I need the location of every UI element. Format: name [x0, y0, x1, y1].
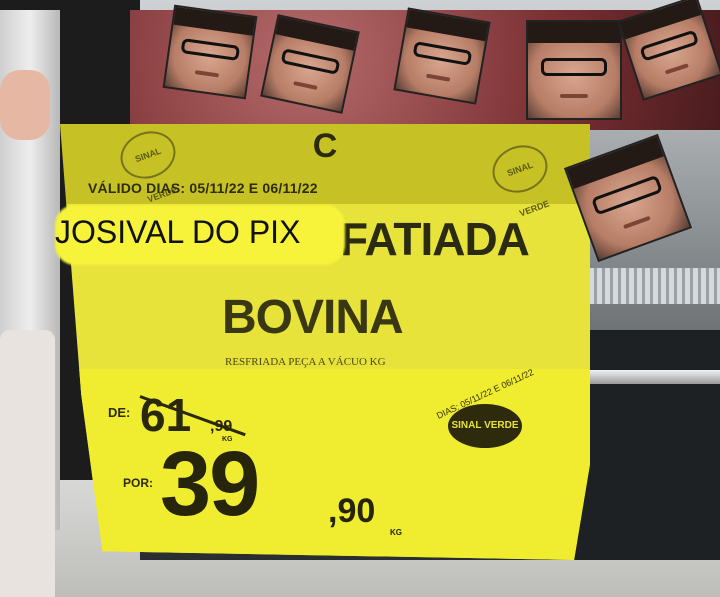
validity-dates: VÁLIDO DIAS: 05/11/22 E 06/11/22	[88, 180, 318, 196]
new-price-cents: ,90	[328, 492, 376, 530]
shopper-body	[0, 330, 55, 597]
face-mouth	[194, 70, 220, 78]
new-price-label: POR:	[123, 476, 153, 490]
shopper-hand	[0, 70, 50, 140]
new-price: 39	[160, 433, 260, 535]
face-mouth	[664, 63, 689, 75]
product-description: RESFRIADA PEÇA A VÁCUO KG	[225, 356, 386, 368]
sinal-verde-seal-icon: SINAL VERDE	[448, 404, 522, 448]
case-grille	[578, 268, 720, 304]
face-mouth	[293, 81, 318, 90]
face-sticker-icon	[526, 20, 622, 120]
carrefour-logo-icon: C	[312, 127, 338, 165]
glasses-icon	[280, 48, 341, 75]
face-hair	[528, 22, 620, 44]
new-price-unit: KG	[390, 528, 402, 537]
face-mouth	[426, 73, 451, 82]
glasses-icon	[540, 58, 608, 76]
caption-text: JOSIVAL DO PIX	[55, 214, 301, 250]
face-sticker-icon	[393, 7, 491, 105]
glasses-icon	[180, 38, 240, 61]
product-name-line2: BOVINA	[222, 291, 404, 344]
photo-scene: C SINAL VERDE SINAL VERDE VÁLIDO DIAS: 0…	[0, 0, 720, 597]
face-sticker-icon	[260, 14, 360, 114]
promo-seal: DIAS: 05/11/22 E 06/11/22 SINAL VERDE	[432, 367, 542, 452]
glasses-icon	[639, 29, 699, 62]
glasses-icon	[591, 175, 663, 216]
product-name-line1: FATIADA	[340, 213, 530, 265]
face-sticker-icon	[162, 4, 258, 100]
face-mouth	[622, 215, 652, 230]
old-price-label: DE:	[108, 405, 131, 420]
glasses-icon	[412, 41, 473, 66]
face-mouth	[560, 94, 588, 98]
